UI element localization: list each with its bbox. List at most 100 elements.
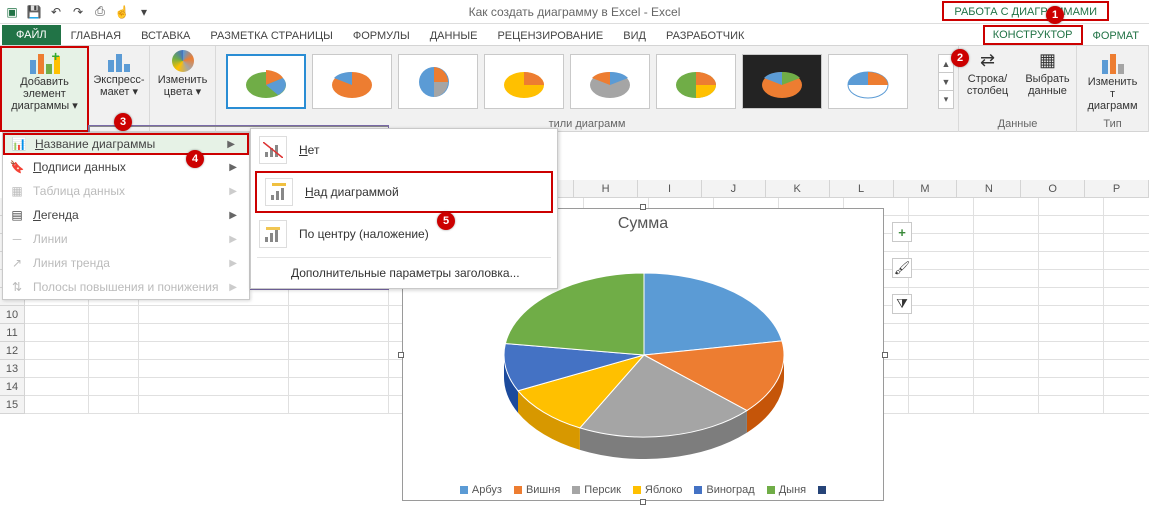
cell[interactable] (1039, 306, 1104, 324)
cell[interactable] (1039, 234, 1104, 252)
cell[interactable] (909, 234, 974, 252)
chart-style-7[interactable] (742, 54, 822, 109)
resize-handle[interactable] (882, 352, 888, 358)
legend-item[interactable]: Виноград (694, 484, 754, 496)
cell[interactable] (909, 324, 974, 342)
row-header[interactable]: 12 (0, 342, 24, 360)
cell[interactable] (139, 324, 289, 342)
cell[interactable] (89, 378, 139, 396)
legend-item[interactable]: Яблоко (633, 484, 682, 496)
cell[interactable] (139, 360, 289, 378)
cell[interactable] (974, 216, 1039, 234)
touch-icon[interactable]: ☝ (114, 4, 130, 20)
cell[interactable] (1104, 216, 1149, 234)
chart-style-8[interactable] (828, 54, 908, 109)
chart-styles-button[interactable]: 🖌 (892, 258, 912, 278)
cell[interactable] (25, 360, 89, 378)
cell[interactable] (909, 270, 974, 288)
cell[interactable] (909, 396, 974, 414)
save-icon[interactable]: 💾 (26, 4, 42, 20)
cell[interactable] (1039, 324, 1104, 342)
resize-handle[interactable] (398, 352, 404, 358)
resize-handle[interactable] (640, 204, 646, 210)
cell[interactable] (25, 342, 89, 360)
menu-legend[interactable]: ▤ Легенда ▶ (3, 203, 249, 227)
title-centered-overlay[interactable]: По центру (наложение) (251, 213, 557, 255)
chart-style-1[interactable] (226, 54, 306, 109)
chart-style-2[interactable] (312, 54, 392, 109)
cell[interactable] (974, 324, 1039, 342)
cell[interactable] (1039, 288, 1104, 306)
tab-review[interactable]: РЕЦЕНЗИРОВАНИЕ (487, 27, 613, 45)
cell[interactable] (1104, 198, 1149, 216)
cell[interactable] (1104, 360, 1149, 378)
new-icon[interactable]: ▾ (136, 4, 152, 20)
tab-formulas[interactable]: ФОРМУЛЫ (343, 27, 420, 45)
cell[interactable] (909, 252, 974, 270)
chart-style-3[interactable] (398, 54, 478, 109)
resize-handle[interactable] (640, 499, 646, 505)
col-header[interactable]: M (894, 180, 958, 197)
cell[interactable] (1039, 378, 1104, 396)
cell[interactable] (1104, 342, 1149, 360)
change-colors-button[interactable]: Изменить цвета ▾ (153, 48, 213, 100)
tab-design[interactable]: КОНСТРУКТОР (983, 25, 1083, 45)
menu-data-labels[interactable]: 🔖 Подписи данных ▶ (3, 155, 249, 179)
row-header[interactable]: 11 (0, 324, 24, 342)
cell[interactable] (974, 396, 1039, 414)
cell[interactable] (974, 360, 1039, 378)
undo-icon[interactable]: ↶ (48, 4, 64, 20)
gallery-down-icon[interactable]: ▼ (939, 73, 953, 91)
redo-icon[interactable]: ↷ (70, 4, 86, 20)
col-header[interactable]: H (574, 180, 638, 197)
cell[interactable] (89, 324, 139, 342)
cell[interactable] (89, 342, 139, 360)
chart-legend[interactable]: АрбузВишняПерсикЯблокоВиноградДыня (403, 484, 883, 496)
legend-item[interactable]: Вишня (514, 484, 560, 496)
col-header[interactable]: I (638, 180, 702, 197)
cell[interactable] (1104, 306, 1149, 324)
row-header[interactable]: 10 (0, 306, 24, 324)
cell[interactable] (909, 198, 974, 216)
cell[interactable] (89, 396, 139, 414)
title-none[interactable]: Нет (251, 129, 557, 171)
cell[interactable] (909, 378, 974, 396)
cell[interactable] (25, 306, 89, 324)
print-icon[interactable]: ⎙ (92, 4, 108, 20)
chart-filter-button[interactable]: ⧩ (892, 294, 912, 314)
cell[interactable] (974, 234, 1039, 252)
col-header[interactable]: K (766, 180, 830, 197)
cell[interactable] (909, 342, 974, 360)
cell[interactable] (289, 306, 389, 324)
legend-item[interactable]: Персик (572, 484, 621, 496)
cell[interactable] (89, 306, 139, 324)
chart-elements-button[interactable]: + (892, 222, 912, 242)
cell[interactable] (909, 360, 974, 378)
title-above-chart[interactable]: Над диаграммой (255, 171, 553, 213)
cell[interactable] (289, 378, 389, 396)
cell[interactable] (1104, 234, 1149, 252)
tab-insert[interactable]: ВСТАВКА (131, 27, 200, 45)
cell[interactable] (1039, 396, 1104, 414)
chart-style-6[interactable] (656, 54, 736, 109)
col-header[interactable]: P (1085, 180, 1149, 197)
cell[interactable] (289, 288, 389, 306)
cell[interactable] (909, 288, 974, 306)
tab-home[interactable]: ГЛАВНАЯ (61, 27, 131, 45)
cell[interactable] (974, 252, 1039, 270)
cell[interactable] (1039, 360, 1104, 378)
cell[interactable] (139, 378, 289, 396)
cell[interactable] (1039, 198, 1104, 216)
cell[interactable] (289, 324, 389, 342)
row-header[interactable]: 13 (0, 360, 24, 378)
tab-file[interactable]: ФАЙЛ (2, 25, 61, 45)
cell[interactable] (909, 306, 974, 324)
cell[interactable] (1039, 252, 1104, 270)
cell[interactable] (25, 396, 89, 414)
gallery-more-icon[interactable]: ▾ (939, 91, 953, 108)
cell[interactable] (909, 216, 974, 234)
row-header[interactable]: 14 (0, 378, 24, 396)
cell[interactable] (974, 288, 1039, 306)
cell[interactable] (1104, 270, 1149, 288)
cell[interactable] (1104, 378, 1149, 396)
